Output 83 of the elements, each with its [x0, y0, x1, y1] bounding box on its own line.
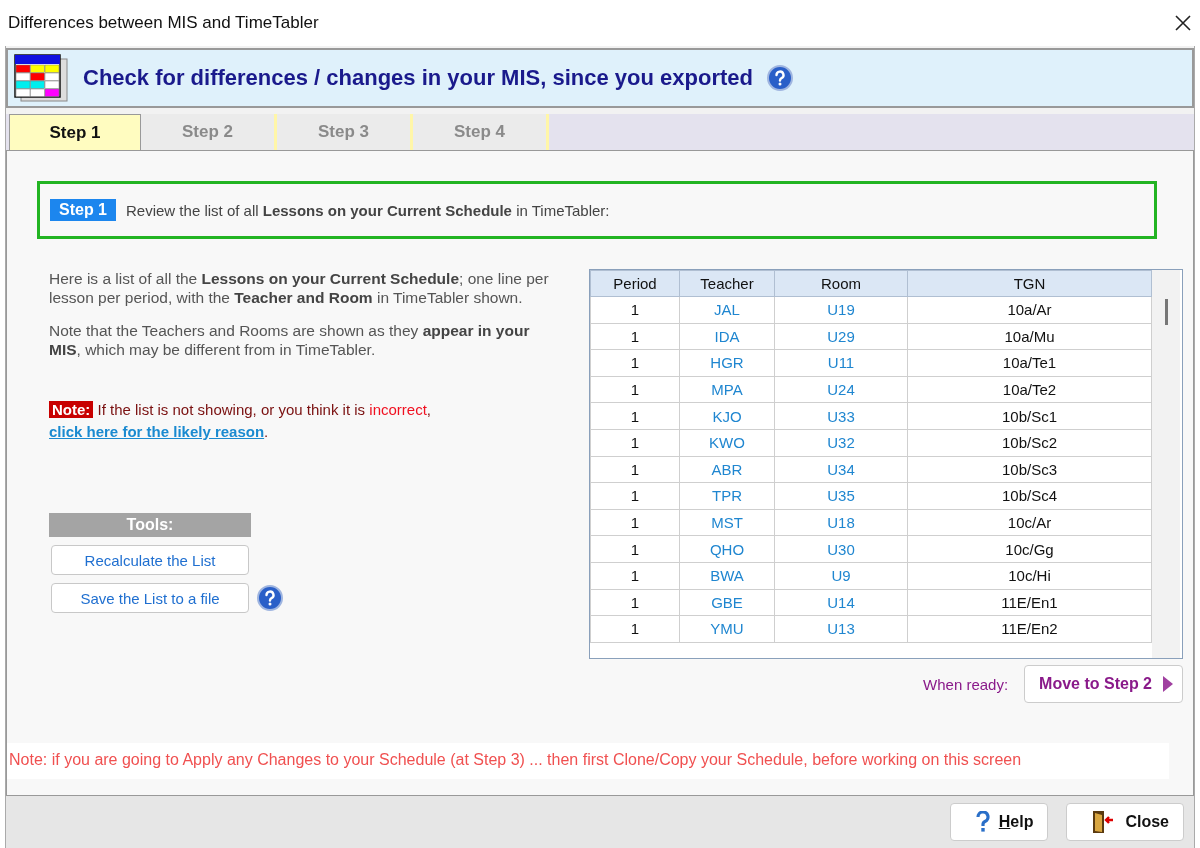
- tool-button[interactable]: Save the List to a file: [51, 583, 249, 613]
- table-cell: 10a/Te2: [907, 376, 1152, 403]
- tools-heading: Tools:: [49, 513, 251, 537]
- note-punctuation: .: [264, 423, 269, 440]
- table-cell: 10b/Sc4: [907, 482, 1152, 510]
- table-cell: 1: [590, 456, 680, 483]
- next-step-button[interactable]: Move to Step 2: [1024, 665, 1183, 703]
- table-cell: MPA: [679, 376, 775, 403]
- when-ready-label: When ready:: [923, 675, 1009, 693]
- table-cell: U24: [774, 376, 908, 403]
- table-cell: 1: [590, 402, 680, 430]
- column-header[interactable]: Period: [590, 270, 680, 297]
- column-header[interactable]: TGN: [907, 270, 1152, 297]
- timetable-grid-icon: [13, 53, 69, 103]
- table-cell: U9: [774, 562, 908, 590]
- table-cell: 1: [590, 589, 680, 616]
- column-header[interactable]: Teacher: [679, 270, 775, 297]
- table-cell: 1: [590, 296, 680, 324]
- warning-text: Note: if you are going to Apply any Changes to your Schedule (at Step 3) ... then first Clone/Copy your Schedule, before working on this screen: [7, 743, 1169, 779]
- close-button[interactable]: Close: [1066, 803, 1184, 841]
- table-cell: U35: [774, 482, 908, 510]
- step-description: Review the list of all Lessons on your Current Schedule in TimeTabler:: [126, 201, 610, 219]
- column-header[interactable]: Room: [774, 270, 908, 297]
- table-cell: U33: [774, 402, 908, 430]
- table-cell: KJO: [679, 402, 775, 430]
- step-tab[interactable]: Step 1: [9, 114, 141, 150]
- tool-button[interactable]: Recalculate the List: [51, 545, 249, 575]
- table-cell: TPR: [679, 482, 775, 510]
- table-cell: KWO: [679, 429, 775, 457]
- table-cell: U18: [774, 509, 908, 536]
- table-cell: 10b/Sc2: [907, 429, 1152, 457]
- table-cell: HGR: [679, 349, 775, 377]
- note-label: Note:: [49, 401, 94, 418]
- close-icon[interactable]: [1174, 14, 1192, 32]
- table-cell: 1: [590, 376, 680, 403]
- scrollbar[interactable]: [1152, 270, 1180, 658]
- header-title: Check for differences / changes in your MIS, since you exported: [83, 65, 753, 91]
- table-cell: 10a/Ar: [907, 296, 1152, 324]
- info-paragraph: Note that the Teachers and Rooms are shown as they appear in your MIS, which may be different from in TimeTabler.: [49, 321, 531, 359]
- table-cell: 10c/Gg: [907, 535, 1152, 563]
- table-cell: 1: [590, 509, 680, 536]
- window-title: Differences between MIS and TimeTabler: [8, 13, 319, 33]
- help-button[interactable]: Help: [949, 803, 1049, 841]
- table-cell: 10b/Sc1: [907, 402, 1152, 430]
- info-paragraph: Here is a list of all the Lessons on your Current Schedule; one line per lesson per period, with the Teacher and Room in TimeTabler shown.: [49, 269, 549, 307]
- table-cell: 10c/Ar: [907, 509, 1152, 536]
- table-cell: IDA: [679, 323, 775, 350]
- table-cell: 1: [590, 429, 680, 457]
- table-cell: U30: [774, 535, 908, 563]
- play-triangle-icon: [1162, 675, 1174, 693]
- table-cell: GBE: [679, 589, 775, 616]
- note-punctuation: ,: [426, 401, 431, 418]
- table-cell: 11E/En2: [907, 615, 1152, 643]
- table-cell: U11: [774, 349, 908, 377]
- table-cell: BWA: [679, 562, 775, 590]
- table-cell: JAL: [679, 296, 775, 324]
- table-cell: U14: [774, 589, 908, 616]
- table-cell: 1: [590, 482, 680, 510]
- step-badge: Step 1: [50, 199, 116, 221]
- note-highlight: incorrect: [369, 401, 427, 418]
- table-cell: 10a/Mu: [907, 323, 1152, 350]
- table-cell: 10c/Hi: [907, 562, 1152, 590]
- table-cell: 10a/Te1: [907, 349, 1152, 377]
- help-icon[interactable]: [766, 65, 793, 91]
- help-icon[interactable]: [257, 585, 283, 611]
- table-cell: 1: [590, 323, 680, 350]
- question-mark-icon: [974, 811, 991, 833]
- table-cell: 1: [590, 615, 680, 643]
- table-cell: 11E/En1: [907, 589, 1152, 616]
- table-cell: U13: [774, 615, 908, 643]
- table-cell: U32: [774, 429, 908, 457]
- table-cell: 1: [590, 535, 680, 563]
- table-cell: U29: [774, 323, 908, 350]
- table-cell: 1: [590, 562, 680, 590]
- table-cell: U19: [774, 296, 908, 324]
- table-cell: YMU: [679, 615, 775, 643]
- table-cell: U34: [774, 456, 908, 483]
- table-cell: ABR: [679, 456, 775, 483]
- table-cell: 1: [590, 349, 680, 377]
- table-cell: 10b/Sc3: [907, 456, 1152, 483]
- table-cell: MST: [679, 509, 775, 536]
- note-text: If the list is not showing, or you think it is: [97, 401, 366, 418]
- table-cell: QHO: [679, 535, 775, 563]
